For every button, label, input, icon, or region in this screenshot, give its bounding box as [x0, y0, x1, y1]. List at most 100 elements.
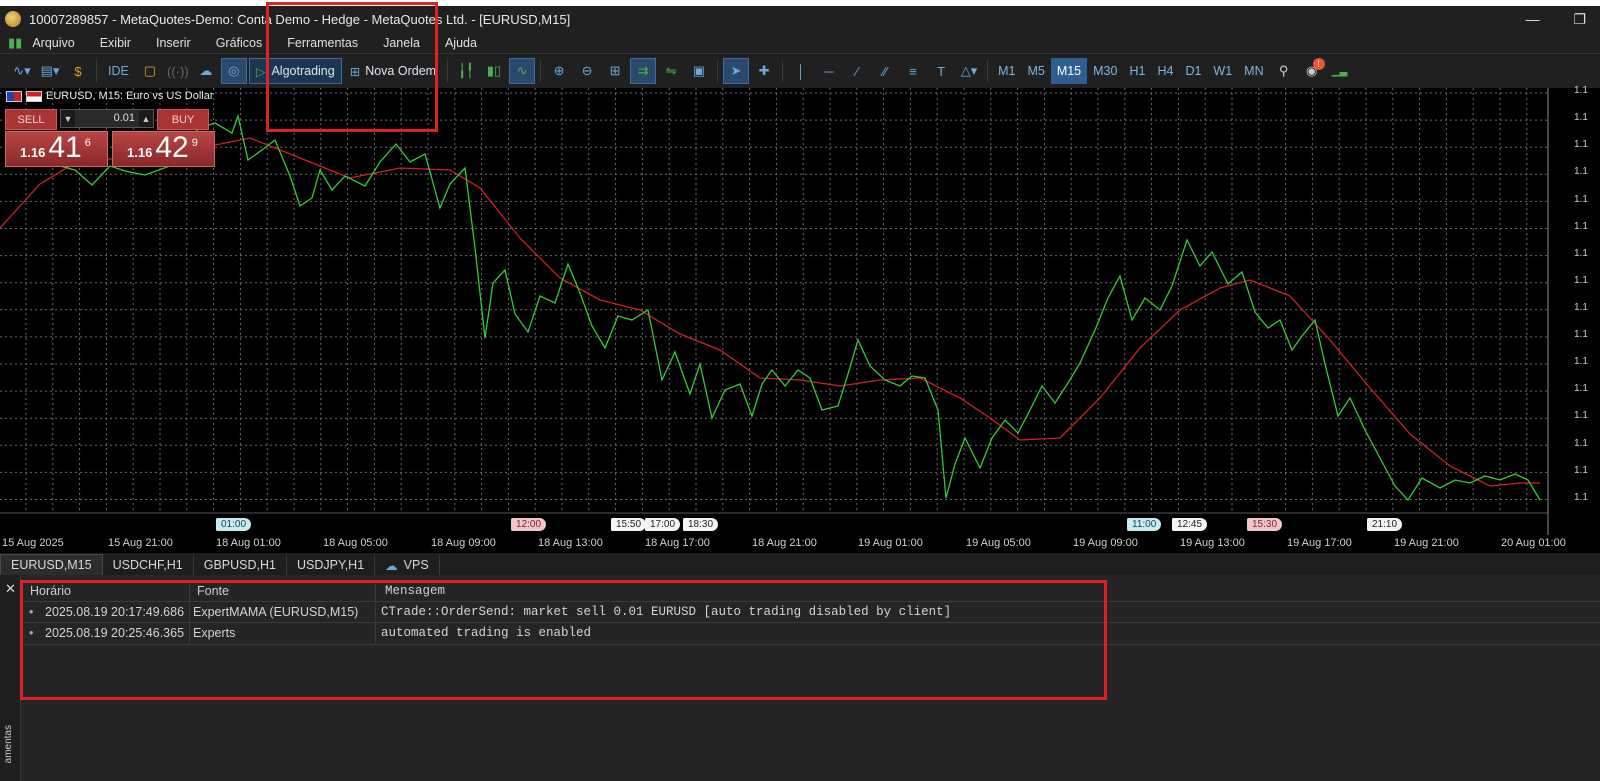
minimize-icon[interactable]: —	[1525, 11, 1539, 27]
event-marker[interactable]: 12:00	[511, 518, 547, 531]
chart-area[interactable]: EURUSD, M15: Euro vs US Dollar SELL ▼ 0.…	[0, 88, 1600, 553]
buy-button[interactable]: BUY	[157, 109, 209, 130]
tile-windows-icon[interactable]: ⊞	[602, 58, 628, 84]
lot-stepper[interactable]: ▼ 0.01 ▲	[60, 109, 154, 128]
zoom-in-icon[interactable]: ⊕	[546, 58, 572, 84]
eur-flag-icon	[6, 90, 22, 102]
tab-gbpusd-h1[interactable]: GBPUSD,H1	[194, 555, 287, 575]
menu-graficos[interactable]: Gráficos	[216, 36, 263, 50]
time-label: 18 Aug 01:00	[216, 537, 281, 549]
ide-button[interactable]: IDE	[102, 58, 135, 84]
restore-icon[interactable]: ❐	[1573, 11, 1586, 28]
menu-bar: ▮▮ Arquivo Exibir Inserir Gráficos Ferra…	[0, 32, 1600, 53]
event-marker[interactable]: 21:10	[1367, 518, 1403, 531]
vps-target-icon[interactable]: ◎	[220, 58, 247, 84]
chart-type-icon[interactable]: ∿▾	[9, 58, 35, 84]
shapes-icon[interactable]: △▾	[956, 58, 982, 84]
lot-decrease-icon[interactable]: ▼	[61, 114, 75, 124]
event-marker[interactable]: 17:00	[645, 518, 681, 531]
menu-arquivo[interactable]: Arquivo	[32, 36, 74, 50]
time-label: 19 Aug 13:00	[1180, 537, 1245, 549]
channel-icon[interactable]: ∕∕	[872, 58, 898, 84]
tab-usdjpy-h1[interactable]: USDJPY,H1	[287, 555, 376, 575]
event-marker[interactable]: 12:45	[1172, 518, 1208, 531]
cursor-icon[interactable]: ➤	[723, 58, 750, 84]
shopping-bag-icon[interactable]: ▢	[137, 58, 163, 84]
buy-price-big: 42	[155, 131, 189, 164]
search-icon[interactable]: ⚲	[1271, 58, 1297, 84]
screenshot-icon[interactable]: ▣	[686, 58, 712, 84]
toolbar-separator	[96, 60, 97, 82]
timeframe-m30[interactable]: M30	[1087, 58, 1123, 84]
menu-inserir[interactable]: Inserir	[156, 36, 191, 50]
close-icon[interactable]: ✕	[5, 581, 16, 597]
line-chart-icon[interactable]: ∿	[509, 58, 536, 84]
symbol-text: EURUSD, M15: Euro vs US Dollar	[46, 90, 214, 102]
annotation-box-algotrading	[266, 2, 438, 132]
notification-badge: !	[1312, 58, 1325, 70]
notifications-icon[interactable]: ◉!	[1299, 58, 1325, 84]
level-icon[interactable]: ▁▃	[1327, 58, 1353, 84]
moving-average-line	[0, 137, 1540, 487]
buy-price-button[interactable]: 1.16 42 9	[112, 131, 215, 167]
time-label: 19 Aug 17:00	[1287, 537, 1352, 549]
tab-vps[interactable]: ☁ VPS	[375, 555, 440, 575]
price-label: 1.1	[1574, 248, 1588, 259]
crosshair-icon[interactable]: ✚	[751, 58, 777, 84]
lot-increase-icon[interactable]: ▲	[139, 114, 153, 124]
price-label: 1.1	[1574, 112, 1588, 123]
event-marker[interactable]: 18:30	[683, 518, 719, 531]
timeframe-h4[interactable]: H4	[1151, 58, 1179, 84]
cloud-icon: ☁	[385, 558, 398, 573]
timeframe-d1[interactable]: D1	[1179, 58, 1207, 84]
price-label: 1.1	[1574, 356, 1588, 367]
trendline-icon[interactable]: ∕	[844, 58, 870, 84]
fibonacci-icon[interactable]: ≡	[900, 58, 926, 84]
price-label: 1.1	[1574, 221, 1588, 232]
price-label: 1.1	[1574, 383, 1588, 394]
timeframe-mn[interactable]: MN	[1238, 58, 1269, 84]
timeframe-w1[interactable]: W1	[1207, 58, 1238, 84]
bar-chart-icon[interactable]: ╽╿	[453, 58, 479, 84]
toolbox-side-label[interactable]: amentas	[3, 725, 14, 763]
sell-button[interactable]: SELL	[5, 109, 57, 130]
sell-price-button[interactable]: 1.16 41 6	[5, 131, 108, 167]
tab-eurusd-m15[interactable]: EURUSD,M15	[0, 554, 103, 575]
price-label: 1.1	[1574, 194, 1588, 205]
auto-scroll-icon[interactable]: ⇉	[630, 58, 657, 84]
window-controls: — ❐	[1525, 6, 1586, 32]
event-marker[interactable]: 15:30	[1247, 518, 1283, 531]
menu-exibir[interactable]: Exibir	[100, 36, 131, 50]
price-label: 1.1	[1574, 85, 1588, 96]
price-chart[interactable]	[0, 88, 1600, 553]
event-marker[interactable]: 15:50	[611, 518, 647, 531]
one-click-trading-panel: SELL ▼ 0.01 ▲ BUY 1.16 41 6 1.16 42 9	[5, 109, 216, 172]
menu-ajuda[interactable]: Ajuda	[445, 36, 477, 50]
timeframe-m5[interactable]: M5	[1021, 58, 1050, 84]
lot-input[interactable]: 0.01	[75, 110, 139, 127]
vertical-line-icon[interactable]: │	[788, 58, 814, 84]
timeframe-h1[interactable]: H1	[1123, 58, 1151, 84]
candlestick-icon[interactable]: ▮▯	[481, 58, 507, 84]
time-label: 15 Aug 2025	[2, 537, 64, 549]
horizontal-line-icon[interactable]: ─	[816, 58, 842, 84]
event-marker[interactable]: 01:00	[216, 518, 252, 531]
zoom-out-icon[interactable]: ⊖	[574, 58, 600, 84]
signals-icon[interactable]: ((·))	[165, 58, 191, 84]
market-icon[interactable]: $	[65, 58, 91, 84]
event-marker[interactable]: 11:00	[1127, 518, 1162, 531]
time-label: 18 Aug 05:00	[323, 537, 388, 549]
price-label: 1.1	[1574, 492, 1588, 503]
timeframe-m1[interactable]: M1	[992, 58, 1021, 84]
indicators-icon[interactable]: ▤▾	[37, 58, 63, 84]
cloud-icon[interactable]: ☁	[193, 58, 219, 84]
buy-price-prefix: 1.16	[127, 145, 153, 160]
tab-usdchf-h1[interactable]: USDCHF,H1	[103, 555, 194, 575]
chart-menu-icon[interactable]: ▮▮	[8, 35, 22, 51]
text-icon[interactable]: T	[928, 58, 954, 84]
chart-shift-icon[interactable]: ⇋	[658, 58, 684, 84]
annotation-box-journal	[20, 580, 1107, 700]
chart-symbol-label: EURUSD, M15: Euro vs US Dollar	[6, 90, 214, 102]
price-label: 1.1	[1574, 166, 1588, 177]
timeframe-m15[interactable]: M15	[1050, 58, 1088, 84]
